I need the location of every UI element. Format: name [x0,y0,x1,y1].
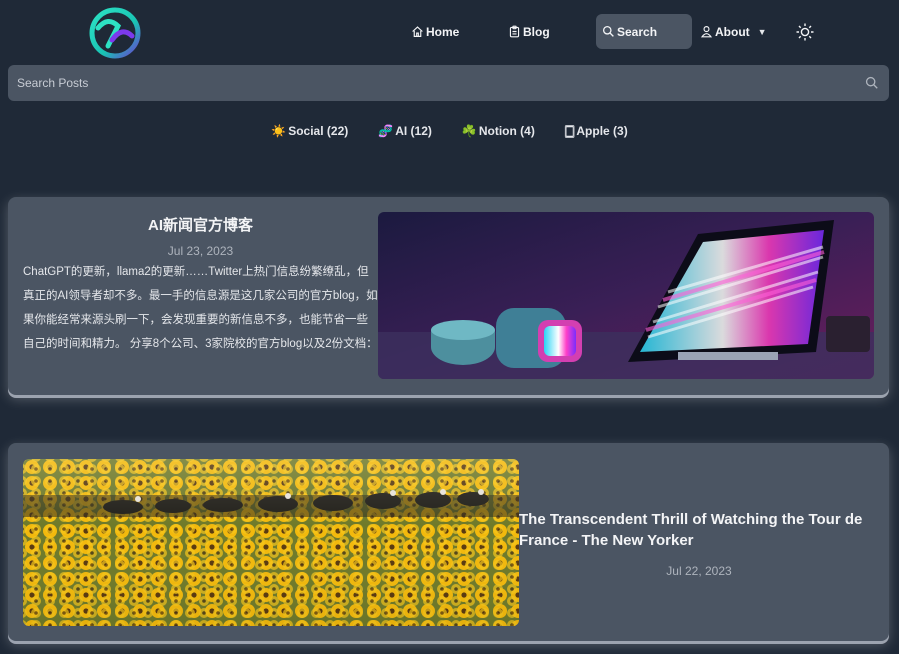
category-ai[interactable]: 🧬 AI (12) [378,121,432,141]
post-title[interactable]: The Transcendent Thrill of Watching the … [519,509,879,551]
nav-search-label: Search [617,24,658,39]
sun-emoji-icon: ☀️ [271,124,287,138]
category-label: Apple (3) [576,124,628,138]
post-card[interactable]: AI新闻官方博客 Jul 23, 2023 ChatGPT的更新，llama2的… [8,197,889,395]
main-nav: Home Blog Search About ▼ [0,14,899,50]
home-icon [412,26,423,37]
nav-search-link[interactable]: Search [596,14,692,49]
user-icon [700,26,713,38]
post-title[interactable]: AI新闻官方博客 [23,214,378,235]
post-date: Jul 22, 2023 [666,564,732,578]
dna-emoji-icon: 🧬 [378,124,394,138]
nav-blog-link[interactable]: Blog [502,14,556,49]
post-card[interactable]: The Transcendent Thrill of Watching the … [8,443,889,641]
nav-about-label: About [715,24,750,39]
search-input[interactable] [8,65,865,101]
category-label: AI (12) [395,124,432,138]
shamrock-emoji-icon: ☘️ [461,124,477,138]
search-icon[interactable] [865,76,879,90]
nav-home-link[interactable]: Home [405,14,465,49]
category-notion[interactable]: ☘️ Notion (4) [462,121,535,141]
category-list: ☀️ Social (22) 🧬 AI (12) ☘️ Notion (4) 🀆… [0,121,899,141]
desktop-computer-neon-image[interactable] [378,212,874,379]
nav-home-label: Home [426,24,460,39]
page: Home Blog Search About ▼ Search Posts ☀️… [0,0,899,654]
tile-emoji-icon: 🀆 [564,123,575,138]
category-label: Notion (4) [478,124,535,138]
category-label: Social (22) [288,124,349,138]
category-apple[interactable]: 🀆 Apple (3) [565,121,628,141]
nav-about-dropdown[interactable]: About ▼ [694,14,773,49]
post-excerpt: ChatGPT的更新，llama2的更新……Twitter上热门信息纷繁缭乱，但… [23,266,378,350]
post-date: Jul 23, 2023 [167,244,234,258]
clipboard-icon [509,25,520,38]
sun-icon[interactable] [795,22,815,42]
post-text: The Transcendent Thrill of Watching the … [519,509,879,578]
category-social[interactable]: ☀️ Social (22) [271,121,348,141]
search-bar [8,65,889,101]
chevron-down-icon: ▼ [757,26,767,37]
post-text: AI新闻官方博客 Jul 23, 2023 ChatGPT的更新，llama2的… [23,214,378,356]
sunflower-field-cyclists-image[interactable] [23,459,519,626]
nav-blog-label: Blog [523,24,550,39]
search-icon [602,25,614,37]
